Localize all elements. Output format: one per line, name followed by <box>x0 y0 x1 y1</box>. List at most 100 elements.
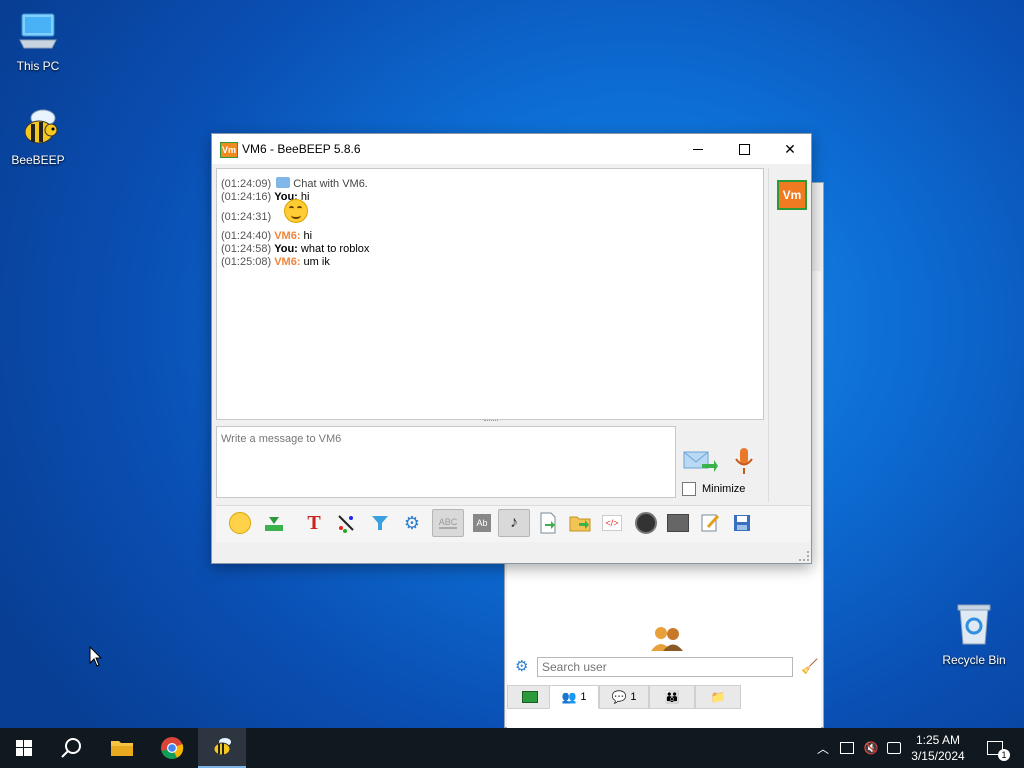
settings-button[interactable]: ⚙ <box>398 509 426 537</box>
filter-button[interactable] <box>366 509 394 537</box>
show-hidden-icons-button[interactable]: ︿ <box>812 728 834 768</box>
send-mail-icon <box>683 451 718 472</box>
tab-home[interactable] <box>507 685 553 709</box>
notification-badge: 1 <box>998 749 1010 761</box>
chat-message: (01:24:40) VM6: hi <box>221 230 759 243</box>
send-file-button[interactable] <box>534 509 562 537</box>
volume-tray-button[interactable]: 🔇 <box>860 728 882 768</box>
chat-bubble-icon <box>276 177 291 188</box>
tab-shares[interactable]: 📁 <box>695 685 741 709</box>
message-sender: VM6: <box>274 256 301 268</box>
search-button[interactable] <box>48 728 96 768</box>
resize-grip[interactable] <box>799 551 809 561</box>
tab-users[interactable]: 👥 1 <box>549 685 599 709</box>
download-icon <box>265 517 283 531</box>
filter-icon <box>372 516 388 530</box>
splitter-handle[interactable] <box>484 420 498 424</box>
notification-icon: 1 <box>987 741 1010 761</box>
clock-date: 3/15/2024 <box>911 749 965 763</box>
title-bar[interactable]: Vm VM6 - BeeBEEP 5.8.6 ✕ <box>212 134 811 164</box>
sound-button[interactable]: ♪ <box>498 509 530 537</box>
network-icon <box>840 742 854 754</box>
minimize-checkbox[interactable] <box>682 482 696 496</box>
clear-chat-button[interactable] <box>664 509 692 537</box>
file-explorer-button[interactable] <box>98 728 146 768</box>
word-complete-button[interactable]: Ab <box>468 509 496 537</box>
avatar[interactable]: Vm <box>777 180 807 210</box>
send-folder-button[interactable] <box>566 509 594 537</box>
home-icon <box>522 691 538 703</box>
recycle-bin-icon <box>957 604 991 645</box>
chrome-icon <box>161 737 184 759</box>
taskbar: ︿ 🔇 1:25 AM 3/15/2024 1 <box>0 728 1024 768</box>
group-icon: 👪 <box>664 690 680 704</box>
members-panel: Vm <box>768 168 811 502</box>
network-tray-icon-button[interactable] <box>836 728 858 768</box>
gear-icon[interactable]: ⚙ <box>515 659 528 674</box>
minimize-window-button[interactable] <box>675 134 721 164</box>
smiley-icon <box>229 512 251 534</box>
chat-toolbar: T ⚙ ABC Ab ♪ </> <box>216 505 810 542</box>
tab-chats[interactable]: 💬 1 <box>599 685 649 709</box>
minimize-option[interactable]: Minimize <box>682 482 745 496</box>
message-text: hi <box>300 230 313 242</box>
spellcheck-icon: ABC <box>438 517 458 529</box>
send-file-icon <box>540 512 556 534</box>
window-title: VM6 - BeeBEEP 5.8.6 <box>242 142 361 156</box>
send-button[interactable] <box>682 446 718 476</box>
font-button[interactable]: T <box>300 509 328 537</box>
taskbar-clock[interactable]: 1:25 AM 3/15/2024 <box>898 732 978 764</box>
close-window-button[interactable]: ✕ <box>767 134 813 164</box>
computer-icon <box>19 13 57 49</box>
search-user-input[interactable] <box>537 657 793 677</box>
chat-window: Vm VM6 - BeeBEEP 5.8.6 ✕ (01:24:09) Chat… <box>211 133 812 564</box>
message-time: (01:24:58) <box>221 243 272 255</box>
emoticon-button[interactable] <box>226 509 254 537</box>
chevron-up-icon: ︿ <box>816 741 829 756</box>
tab-groups[interactable]: 👪 <box>649 685 695 709</box>
desktop-icon-recycle-bin[interactable]: Recycle Bin <box>938 602 1010 667</box>
voice-message-button[interactable] <box>732 446 756 476</box>
desktop-icon-label: This PC <box>16 59 60 73</box>
font-color-button[interactable] <box>332 509 360 537</box>
message-sender: VM6: <box>274 230 301 242</box>
chat-history[interactable]: (01:24:09) Chat with VM6. (01:24:16) You… <box>216 168 764 420</box>
smiley-emoji-icon <box>284 199 309 224</box>
notification-center-button[interactable]: 1 <box>980 728 1010 768</box>
color-brush-icon <box>338 515 354 533</box>
edit-note-icon <box>701 514 720 532</box>
desktop-icon-this-pc[interactable]: This PC <box>2 10 74 73</box>
message-time: (01:24:40) <box>221 230 272 242</box>
message-time: (01:25:08) <box>221 256 272 268</box>
microphone-icon <box>735 448 753 474</box>
beebeep-taskbar-button[interactable] <box>198 728 246 768</box>
users-icon: 👥 <box>561 690 577 704</box>
html-button[interactable]: </> <box>598 509 626 537</box>
search-row: ⚙ 🧹 <box>507 653 821 679</box>
music-note-icon: ♪ <box>510 514 518 531</box>
desktop-icon-beebeep[interactable]: BeeBEEP <box>2 108 74 167</box>
message-text: what to roblox <box>297 243 370 255</box>
gear-icon: ⚙ <box>403 512 421 533</box>
chat-message: (01:25:08) VM6: um ik <box>221 256 759 269</box>
clear-icon <box>667 514 689 532</box>
message-text: um ik <box>300 256 330 268</box>
save-chat-button[interactable] <box>260 509 288 537</box>
folder-icon <box>111 741 133 756</box>
chat-bubbles-icon: 💬 <box>611 690 627 704</box>
users-icon <box>651 627 683 651</box>
minimize-icon <box>693 148 703 150</box>
message-input[interactable]: Write a message to VM6 <box>216 426 676 498</box>
floppy-disk-icon <box>734 515 750 531</box>
start-button[interactable] <box>0 728 48 768</box>
broom-icon[interactable]: 🧹 <box>801 658 818 675</box>
maximize-window-button[interactable] <box>721 134 767 164</box>
message-time: (01:24:16) <box>221 191 272 203</box>
chrome-button[interactable] <box>148 728 196 768</box>
save-button[interactable] <box>728 509 756 537</box>
screenshot-button[interactable] <box>632 509 660 537</box>
message-text: Chat with VM6. <box>293 178 368 190</box>
desktop-icon-label: Recycle Bin <box>942 653 1006 667</box>
edit-note-button[interactable] <box>696 509 724 537</box>
spellcheck-button[interactable]: ABC <box>432 509 464 537</box>
